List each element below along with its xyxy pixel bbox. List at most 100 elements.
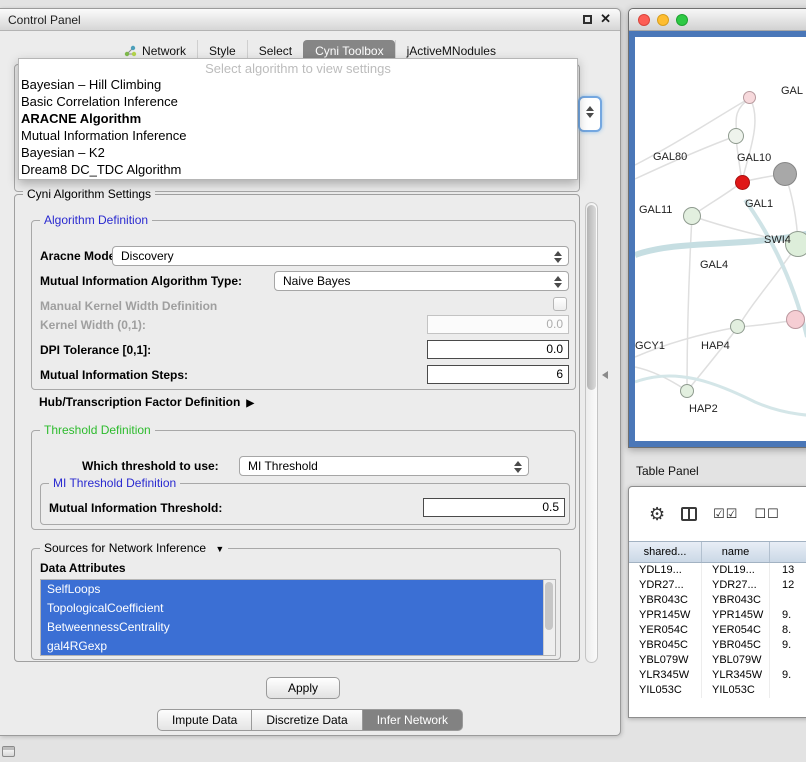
control-panel-titlebar: Control Panel ✕: [0, 9, 620, 31]
dpi-tolerance-label: DPI Tolerance [0,1]:: [40, 343, 151, 357]
algorithm-definition-group: Algorithm Definition Aracne Mode: Discov…: [31, 220, 576, 390]
list-scrollbar[interactable]: [543, 580, 555, 655]
settings-group-title: Cyni Algorithm Settings: [23, 187, 155, 201]
traffic-light-close-icon[interactable]: [638, 14, 650, 26]
settings-scrollbar[interactable]: [585, 202, 598, 663]
column-header[interactable]: shared...: [629, 542, 702, 562]
combo-stepper-icon: [554, 276, 562, 288]
menu-item[interactable]: Bayesian – Hill Climbing: [19, 76, 577, 93]
table-panel-title: Table Panel: [636, 464, 699, 478]
mi-threshold-definition-group: MI Threshold Definition Mutual Informati…: [40, 483, 570, 525]
control-panel-window: Control Panel ✕ Network Style Select Cyn…: [0, 8, 621, 736]
network-node[interactable]: [786, 310, 805, 329]
tab-discretize-data[interactable]: Discretize Data: [252, 709, 362, 731]
mi-threshold-label: Mutual Information Threshold:: [49, 501, 222, 515]
traffic-light-minimize-icon[interactable]: [657, 14, 669, 26]
network-node[interactable]: [735, 175, 750, 190]
table-header-row: shared... name: [629, 541, 806, 563]
deselect-all-icon[interactable]: ☐☐: [754, 506, 779, 522]
list-item[interactable]: BetweennessCentrality: [41, 618, 543, 637]
data-attributes-list: SelfLoops TopologicalCoefficient Between…: [40, 579, 556, 656]
select-all-icon[interactable]: ☑☑: [713, 506, 738, 522]
network-canvas[interactable]: GAL GAL80 GAL10 GAL11 GAL1 SWI4 GAL4 GCY…: [635, 37, 806, 441]
column-header[interactable]: [770, 542, 806, 562]
minimized-panel-icon[interactable]: [2, 746, 15, 757]
network-node[interactable]: [743, 91, 756, 104]
list-item[interactable]: gal4RGexp: [41, 637, 543, 656]
mi-threshold-group-title: MI Threshold Definition: [49, 476, 180, 490]
mi-steps-input[interactable]: 6: [427, 365, 569, 384]
sources-toggle[interactable]: Sources for Network Inference ▼: [40, 541, 228, 555]
menu-item[interactable]: Basic Correlation Inference: [19, 93, 577, 110]
network-node[interactable]: [683, 207, 701, 225]
combo-stepper-icon: [586, 106, 594, 118]
cyni-bottom-tab-bar: Impute Data Discretize Data Infer Networ…: [0, 709, 620, 731]
node-label: GAL1: [745, 198, 773, 210]
menu-item[interactable]: Mutual Information Inference: [19, 127, 577, 144]
node-label: GAL80: [653, 151, 687, 163]
combo-stepper-icon: [554, 251, 562, 263]
float-window-icon[interactable]: [583, 15, 592, 24]
network-node[interactable]: [728, 128, 744, 144]
node-label: GCY1: [635, 340, 665, 352]
table-body: YDL19...YDL19...13 YDR27...YDR27...12 YB…: [629, 563, 806, 698]
table-panel-window: ⚙ ☑☑ ☐☐ shared... name YDL19...YDL19...1…: [628, 486, 806, 718]
node-label: GAL11: [639, 204, 672, 216]
network-window-titlebar[interactable]: [629, 9, 806, 31]
gear-icon[interactable]: ⚙: [649, 504, 665, 525]
sources-group: Sources for Network Inference ▼ Data Att…: [31, 548, 561, 660]
node-label: GAL10: [737, 152, 771, 164]
which-threshold-select[interactable]: MI Threshold: [239, 456, 529, 476]
table-row[interactable]: YDL19...YDL19...13: [629, 563, 806, 578]
network-node[interactable]: [730, 319, 745, 334]
list-item[interactable]: TopologicalCoefficient: [41, 599, 543, 618]
tab-infer-network[interactable]: Infer Network: [363, 709, 463, 731]
network-view-window: GAL GAL80 GAL10 GAL11 GAL1 SWI4 GAL4 GCY…: [628, 8, 806, 448]
list-item[interactable]: SelfLoops: [41, 580, 543, 599]
network-node[interactable]: [680, 384, 694, 398]
table-row[interactable]: YPR145WYPR145W9.: [629, 608, 806, 623]
mi-threshold-input[interactable]: 0.5: [423, 498, 565, 517]
table-row[interactable]: YBR043CYBR043C: [629, 593, 806, 608]
node-label: SWI4: [764, 234, 791, 246]
node-label: HAP4: [701, 340, 730, 352]
table-row[interactable]: YBR045CYBR045C9.: [629, 638, 806, 653]
splitter-arrow-icon[interactable]: [602, 371, 608, 379]
apply-button[interactable]: Apply: [266, 677, 340, 699]
dpi-tolerance-input[interactable]: 0.0: [427, 340, 569, 359]
menu-item[interactable]: Bayesian – K2: [19, 144, 577, 161]
table-row[interactable]: YBL079WYBL079W: [629, 653, 806, 668]
cyni-algorithm-settings-group: Cyni Algorithm Settings Algorithm Defini…: [14, 194, 580, 662]
table-row[interactable]: YDR27...YDR27...12: [629, 578, 806, 593]
network-node[interactable]: [773, 162, 797, 186]
algorithm-dropdown-menu: Select algorithm to view settings Bayesi…: [18, 58, 578, 180]
algorithm-combobox-stepper[interactable]: [578, 96, 602, 132]
threshold-definition-title: Threshold Definition: [40, 423, 155, 437]
traffic-light-zoom-icon[interactable]: [676, 14, 688, 26]
table-row[interactable]: YER054CYER054C8.: [629, 623, 806, 638]
kernel-width-label: Kernel Width (0,1):: [40, 318, 146, 332]
aracne-mode-label: Aracne Mode:: [40, 249, 119, 263]
combo-stepper-icon: [514, 461, 522, 473]
table-row[interactable]: YIL053CYIL053C: [629, 683, 806, 698]
manual-kernel-checkbox: [553, 297, 567, 311]
column-selector-icon[interactable]: [681, 507, 697, 521]
threshold-definition-group: Threshold Definition Which threshold to …: [31, 430, 576, 530]
kernel-width-input: 0.0: [427, 315, 569, 334]
scrollbar-thumb[interactable]: [587, 205, 596, 390]
menu-item[interactable]: Dream8 DC_TDC Algorithm: [19, 161, 577, 178]
table-row[interactable]: YLR345WYLR345W9.: [629, 668, 806, 683]
aracne-mode-select[interactable]: Discovery: [112, 246, 569, 266]
hub-definition-toggle[interactable]: Hub/Transcription Factor Definition▶: [39, 395, 254, 409]
menu-item-selected[interactable]: ARACNE Algorithm: [19, 110, 577, 127]
close-icon[interactable]: ✕: [600, 13, 611, 25]
node-label: GAL: [781, 85, 803, 97]
collapse-arrow-icon: ▼: [215, 544, 224, 554]
manual-kernel-label: Manual Kernel Width Definition: [40, 299, 217, 313]
network-canvas-frame: GAL GAL80 GAL10 GAL11 GAL1 SWI4 GAL4 GCY…: [629, 31, 806, 447]
mi-type-select[interactable]: Naive Bayes: [274, 271, 569, 291]
algorithm-definition-title: Algorithm Definition: [40, 213, 152, 227]
column-header[interactable]: name: [702, 542, 770, 562]
tab-impute-data[interactable]: Impute Data: [157, 709, 252, 731]
expand-arrow-icon: ▶: [246, 398, 254, 409]
